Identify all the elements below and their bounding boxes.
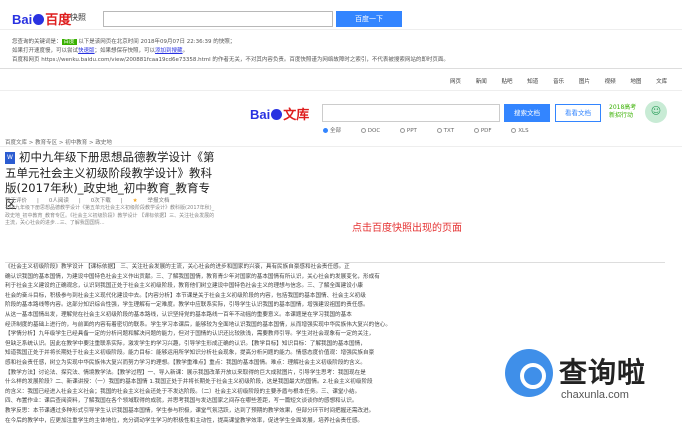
radio-icon <box>360 128 366 133</box>
watermark-text: 查询啦 <box>559 356 647 389</box>
body-line: 教学反思：本节课通过多种形式引导学生认识我国基本国情，学生参与积极，课堂气氛活跃… <box>5 407 375 414</box>
annotation-note: 点击百度快照出现的页面 <box>352 223 462 234</box>
keyword-highlight: 百度 <box>61 39 77 45</box>
fast-version-link[interactable]: 快速版 <box>78 48 95 54</box>
nav-item[interactable]: 知道 <box>527 79 538 85</box>
snapshot-header: Bai 百度 快照 百度一下 <box>0 0 682 30</box>
type-option[interactable]: PDF <box>473 128 492 134</box>
watermark: 查询啦 chaxunla.com <box>505 349 675 419</box>
browse-docs-button[interactable]: 看看文档 <box>555 104 601 122</box>
snapshot-info: 您查询的关键词是： 百度 以下是该网页在北京时间 2018年09月07日 22:3… <box>12 38 672 65</box>
body-line: 经济制度的基础上进行的，与前面的内容有着密切的联系。学生学习本课后，能够较为全面… <box>5 321 391 328</box>
divider <box>0 146 682 147</box>
doc-abstract: 初中九年级下册思想品德教学设计《第五单元社会主义初级阶段教学设计》教科版(201… <box>5 205 215 226</box>
doc-meta: 暂无评价 | 0人阅读 | 0次下载 | ★ 举报文档 <box>5 198 170 204</box>
type-option[interactable]: 全部 <box>323 128 341 134</box>
radio-icon <box>511 128 517 133</box>
type-option[interactable]: PPT <box>399 128 417 134</box>
search-docs-button[interactable]: 搜索文档 <box>504 104 550 122</box>
radio-icon <box>473 128 479 133</box>
logo-text-cn: 百度 <box>45 12 72 27</box>
wenku-search-input[interactable] <box>322 104 500 122</box>
nav-item[interactable]: 音乐 <box>553 79 564 85</box>
divider <box>0 90 682 91</box>
body-line: 确认识我国的基本国情，为建设中国特色社会主义作出贡献。三、了解我国国情，教育青少… <box>5 273 380 280</box>
nav-item[interactable]: 贴吧 <box>502 79 513 85</box>
body-line: 【学情分析】九年级学生已经具备一定的分析问题和解决问题的能力，但对于国情的认识还… <box>5 331 375 338</box>
magnifier-logo-icon <box>505 349 553 397</box>
body-line: 社会的奋斗目标，积极参与到社会主义现代化建设中去。【内容分析】本节课是关于社会主… <box>5 292 366 299</box>
body-line: 但缺乏系统认识。因此在教学中要注重联系实际，激发学生的学习兴趣，引导学生形成正确… <box>5 340 366 347</box>
radio-icon <box>436 128 442 133</box>
breadcrumb[interactable]: 百度文库 > 教育专区 > 初中教育 > 政史地 <box>5 138 112 146</box>
doc-type-filter: 全部 DOC PPT TXT PDF XLS <box>323 126 547 134</box>
report-icon: ★ <box>132 198 138 204</box>
radio-icon <box>399 128 405 133</box>
nav-item[interactable]: 网页 <box>450 79 461 85</box>
type-option[interactable]: DOC <box>360 128 380 134</box>
mascot-icon: ☺ <box>645 101 667 123</box>
nav-item[interactable]: 新闻 <box>476 79 487 85</box>
search-button[interactable]: 百度一下 <box>336 11 402 27</box>
body-line: 感和社会责任感，树立为实现中华民族伟大复兴而努力学习的理想。【教学重难点】重点：… <box>5 359 366 366</box>
body-line: 的含义：我国已经进入社会主义社会；我国的社会主义社会还处于不发达阶段。（二）社会… <box>5 388 361 395</box>
nav-item[interactable]: 文库 <box>656 79 667 85</box>
top-nav: 网页 新闻 贴吧 知道 音乐 图片 视频 地图 文库 <box>450 77 680 85</box>
wenku-logo[interactable]: Bai 文库 <box>250 104 309 123</box>
snapshot-info-line1: 您查询的关键词是： 百度 以下是该网页在北京时间 2018年09月07日 22:3… <box>12 39 236 45</box>
nav-item[interactable]: 地图 <box>630 79 641 85</box>
watermark-url: chaxunla.com <box>561 389 629 401</box>
divider <box>0 68 682 69</box>
body-line: 《社会主义初级阶段》教学设计 【课标依据】 三、关注社会发展的主流，关心社会的进… <box>5 264 350 270</box>
body-line: 四、布置作业：课后查阅资料，了解我国在各个领域取得的成就，并思考我国与发达国家之… <box>5 398 358 405</box>
nav-item[interactable]: 图片 <box>579 79 590 85</box>
paw-icon <box>33 14 45 25</box>
add-to-favorites-link[interactable]: 添加到搜藏 <box>155 48 183 54</box>
promo-banner[interactable]: 2018高考 新招行动 <box>609 104 636 120</box>
body-line: 知道我国正处于并将长期处于社会主义初级阶段。能力目标：能够运用所学知识分析社会现… <box>5 350 375 357</box>
body-line: 利于社会主义建设的正确观念，认识到我国正处于社会主义初级阶段，教育他们树立建设中… <box>5 283 364 290</box>
body-line: 阶段的基本路线等内容。这部分知识综合性强，学生理解有一定难度。教学中应联系实际，… <box>5 302 369 309</box>
paw-icon <box>271 109 283 120</box>
logo-text-latin: Bai <box>12 12 33 27</box>
snapshot-info-line3: 百度和网页 https://wenku.baidu.com/view/20088… <box>12 57 449 63</box>
body-line: 【教学方法】讨论法、探究法、情境教学法。【教学过程】一、导入新课：展示我国改革开… <box>5 369 366 376</box>
body-line: 在今后的教学中，应更加注重学生的主体地位，充分调动学生学习的积极性和主动性，提高… <box>5 417 364 424</box>
baidu-logo[interactable]: Bai 百度 <box>12 9 71 28</box>
body-line: 什么样的发展阶段？二、新课讲授：（一）我国的基本国情 1.我国正处于并将长期处于… <box>5 379 373 386</box>
nav-item[interactable]: 视频 <box>605 79 616 85</box>
page: Bai 百度 快照 百度一下 您查询的关键词是： 百度 以下是该网页在北京时间 20… <box>0 0 682 434</box>
radio-selected-icon <box>323 128 328 133</box>
search-input[interactable] <box>103 11 333 27</box>
kuaizhao-label: 快照 <box>70 13 86 22</box>
snapshot-info-line2: 如果打开速度慢，可以尝试快速版；如果想保存快照，可以添加到搜藏。 <box>12 48 189 54</box>
type-option[interactable]: TXT <box>436 128 454 134</box>
report-link[interactable]: 举报文档 <box>148 198 170 204</box>
body-line: 从这一基本国情出发，理解党在社会主义初级阶段的基本路线，认识坚持党的基本路线一百… <box>5 311 352 318</box>
type-option[interactable]: XLS <box>511 128 529 134</box>
